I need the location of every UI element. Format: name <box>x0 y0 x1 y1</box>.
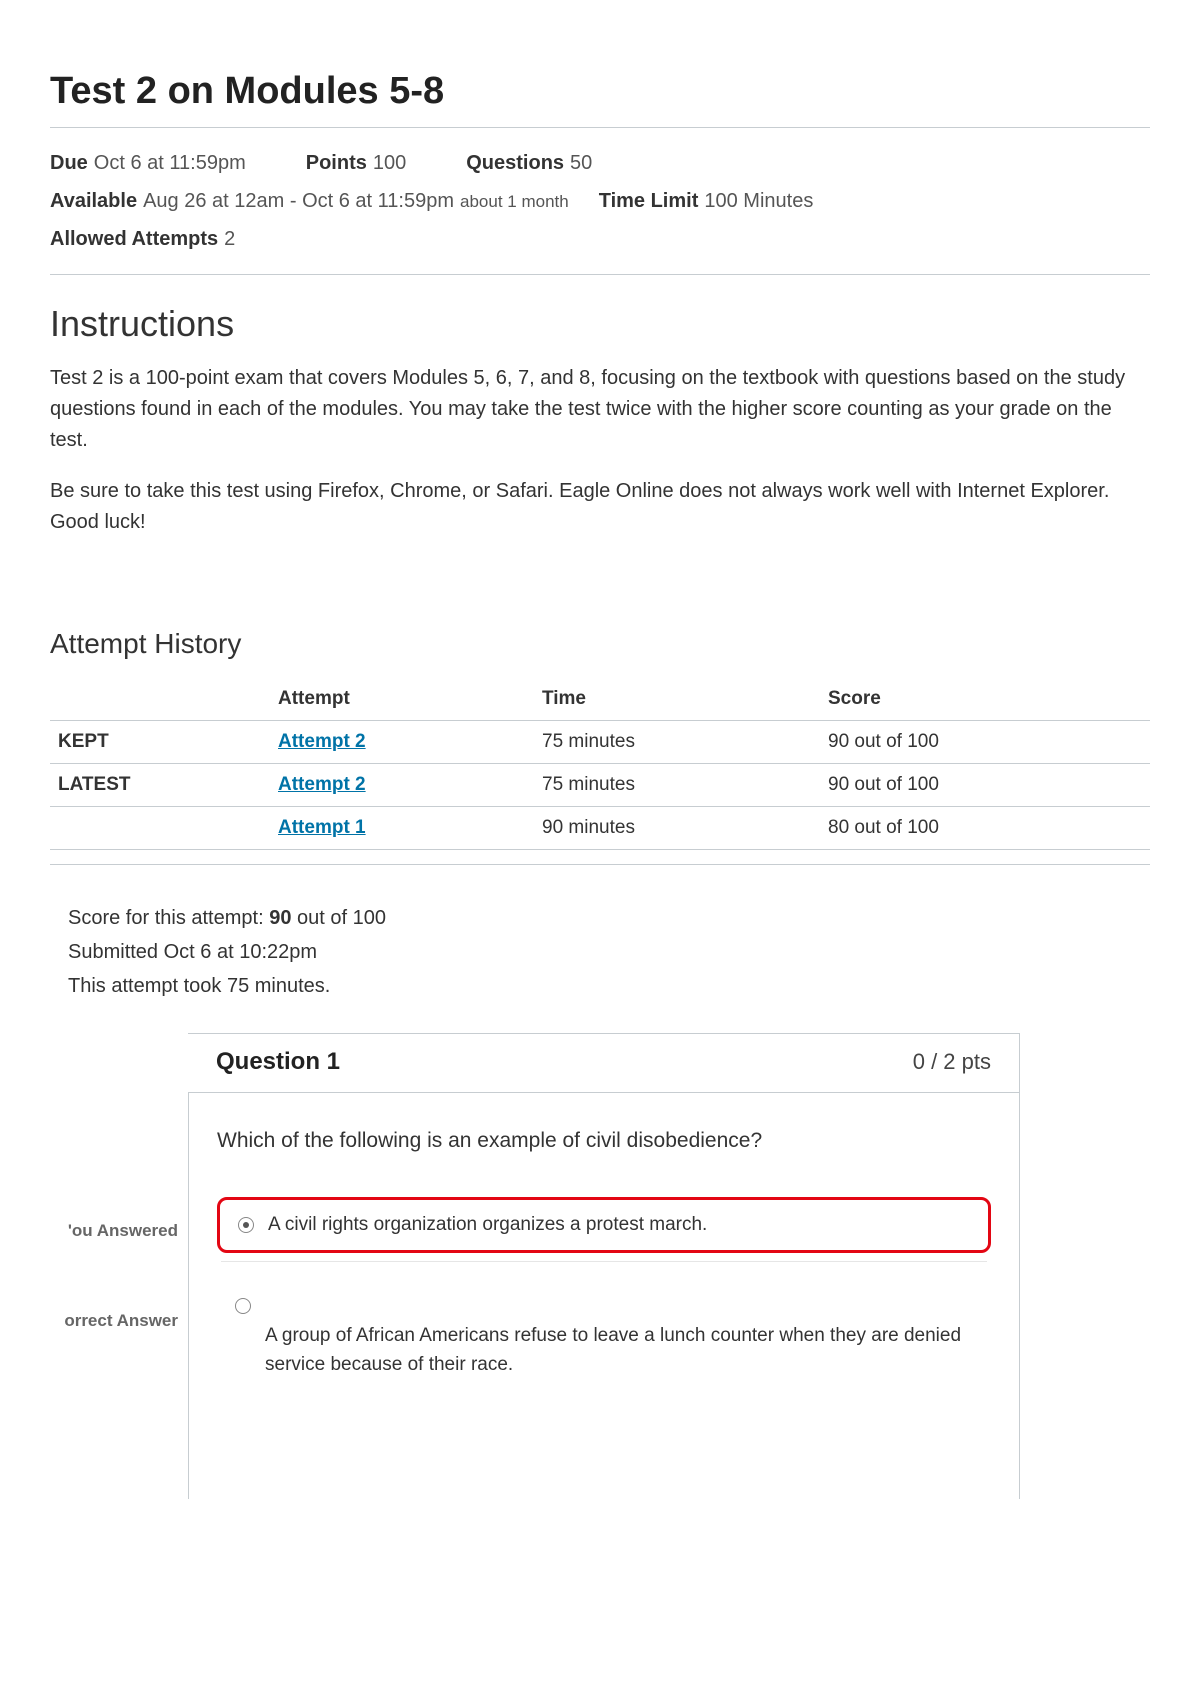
score-value: 90 <box>269 907 291 929</box>
correct-answer-label: orrect Answer <box>64 1310 178 1332</box>
correct-answer-row <box>217 1296 991 1314</box>
question-points: 0 / 2 pts <box>913 1049 991 1075</box>
table-row: Attempt 1 90 minutes 80 out of 100 <box>50 807 1150 850</box>
question-body: Which of the following is an example of … <box>188 1092 1020 1499</box>
row-status: LATEST <box>50 764 270 807</box>
instructions-heading: Instructions <box>50 303 1150 345</box>
score-prefix: Score for this attempt: <box>68 907 269 929</box>
question-prompt: Which of the following is an example of … <box>217 1129 991 1153</box>
instructions-text: Be sure to take this test using Firefox,… <box>50 476 1150 538</box>
row-status <box>50 807 270 850</box>
row-score: 80 out of 100 <box>820 807 1150 850</box>
selected-answer-box: A civil rights organization organizes a … <box>217 1197 991 1253</box>
question-label: Question 1 <box>216 1048 340 1076</box>
row-time: 90 minutes <box>534 807 820 850</box>
instructions-text: Test 2 is a 100-point exam that covers M… <box>50 363 1150 456</box>
you-answered-label: 'ou Answered <box>68 1220 178 1242</box>
attempt-link[interactable]: Attempt 1 <box>278 817 366 838</box>
points-value: 100 <box>373 152 406 174</box>
score-suffix: out of 100 <box>291 907 386 929</box>
available-label: Available <box>50 190 137 212</box>
attempt-link[interactable]: Attempt 2 <box>278 731 366 752</box>
row-time: 75 minutes <box>534 721 820 764</box>
radio-empty-icon <box>235 1298 251 1314</box>
due-label: Due <box>50 152 88 174</box>
row-status: KEPT <box>50 721 270 764</box>
attempt-history-table: Attempt Time Score KEPT Attempt 2 75 min… <box>50 678 1150 850</box>
row-score: 90 out of 100 <box>820 764 1150 807</box>
divider <box>221 1261 987 1262</box>
col-time: Time <box>534 678 820 721</box>
quiz-metadata: Due Oct 6 at 11:59pm Points 100 Questions 5… <box>50 128 1150 274</box>
questions-label: Questions <box>466 152 564 174</box>
row-score: 90 out of 100 <box>820 721 1150 764</box>
timelimit-value: 100 Minutes <box>704 190 813 212</box>
table-row: LATEST Attempt 2 75 minutes 90 out of 10… <box>50 764 1150 807</box>
attempt-history-heading: Attempt History <box>50 628 1150 660</box>
attempts-label: Allowed Attempts <box>50 228 218 250</box>
col-attempt: Attempt <box>270 678 534 721</box>
attempt-link[interactable]: Attempt 2 <box>278 774 366 795</box>
quiz-title: Test 2 on Modules 5-8 <box>50 70 1150 113</box>
col-score: Score <box>820 678 1150 721</box>
available-hint: about 1 month <box>460 192 569 211</box>
submitted-line: Submitted Oct 6 at 10:22pm <box>68 935 1150 969</box>
score-summary: Score for this attempt: 90 out of 100 Su… <box>68 901 1150 1003</box>
available-value: Aug 26 at 12am - Oct 6 at 11:59pm <box>143 190 454 212</box>
question-header: Question 1 0 / 2 pts <box>188 1033 1020 1092</box>
radio-selected-icon <box>238 1217 254 1233</box>
col-blank <box>50 678 270 721</box>
attempts-value: 2 <box>224 228 235 250</box>
selected-answer-text: A civil rights organization organizes a … <box>268 1214 707 1236</box>
divider <box>50 864 1150 865</box>
due-value: Oct 6 at 11:59pm <box>94 152 246 174</box>
divider <box>50 274 1150 275</box>
row-time: 75 minutes <box>534 764 820 807</box>
question-block: Question 1 0 / 2 pts 'ou Answered orrect… <box>50 1033 1150 1499</box>
questions-value: 50 <box>570 152 592 174</box>
timelimit-label: Time Limit <box>599 190 699 212</box>
correct-answer-text: A group of African Americans refuse to l… <box>217 1322 991 1379</box>
table-row: KEPT Attempt 2 75 minutes 90 out of 100 <box>50 721 1150 764</box>
duration-line: This attempt took 75 minutes. <box>68 969 1150 1003</box>
points-label: Points <box>306 152 367 174</box>
